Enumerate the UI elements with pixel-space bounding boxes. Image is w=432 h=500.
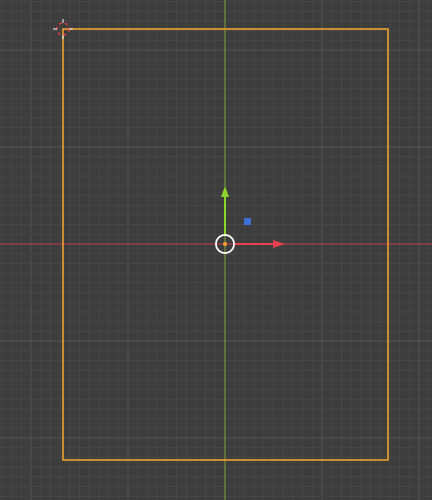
viewport-canvas[interactable] [0, 0, 432, 500]
viewport-background [0, 0, 432, 500]
3d-viewport[interactable] [0, 0, 432, 500]
z-plane-handle[interactable] [244, 218, 251, 225]
object-origin-dot [223, 242, 227, 246]
